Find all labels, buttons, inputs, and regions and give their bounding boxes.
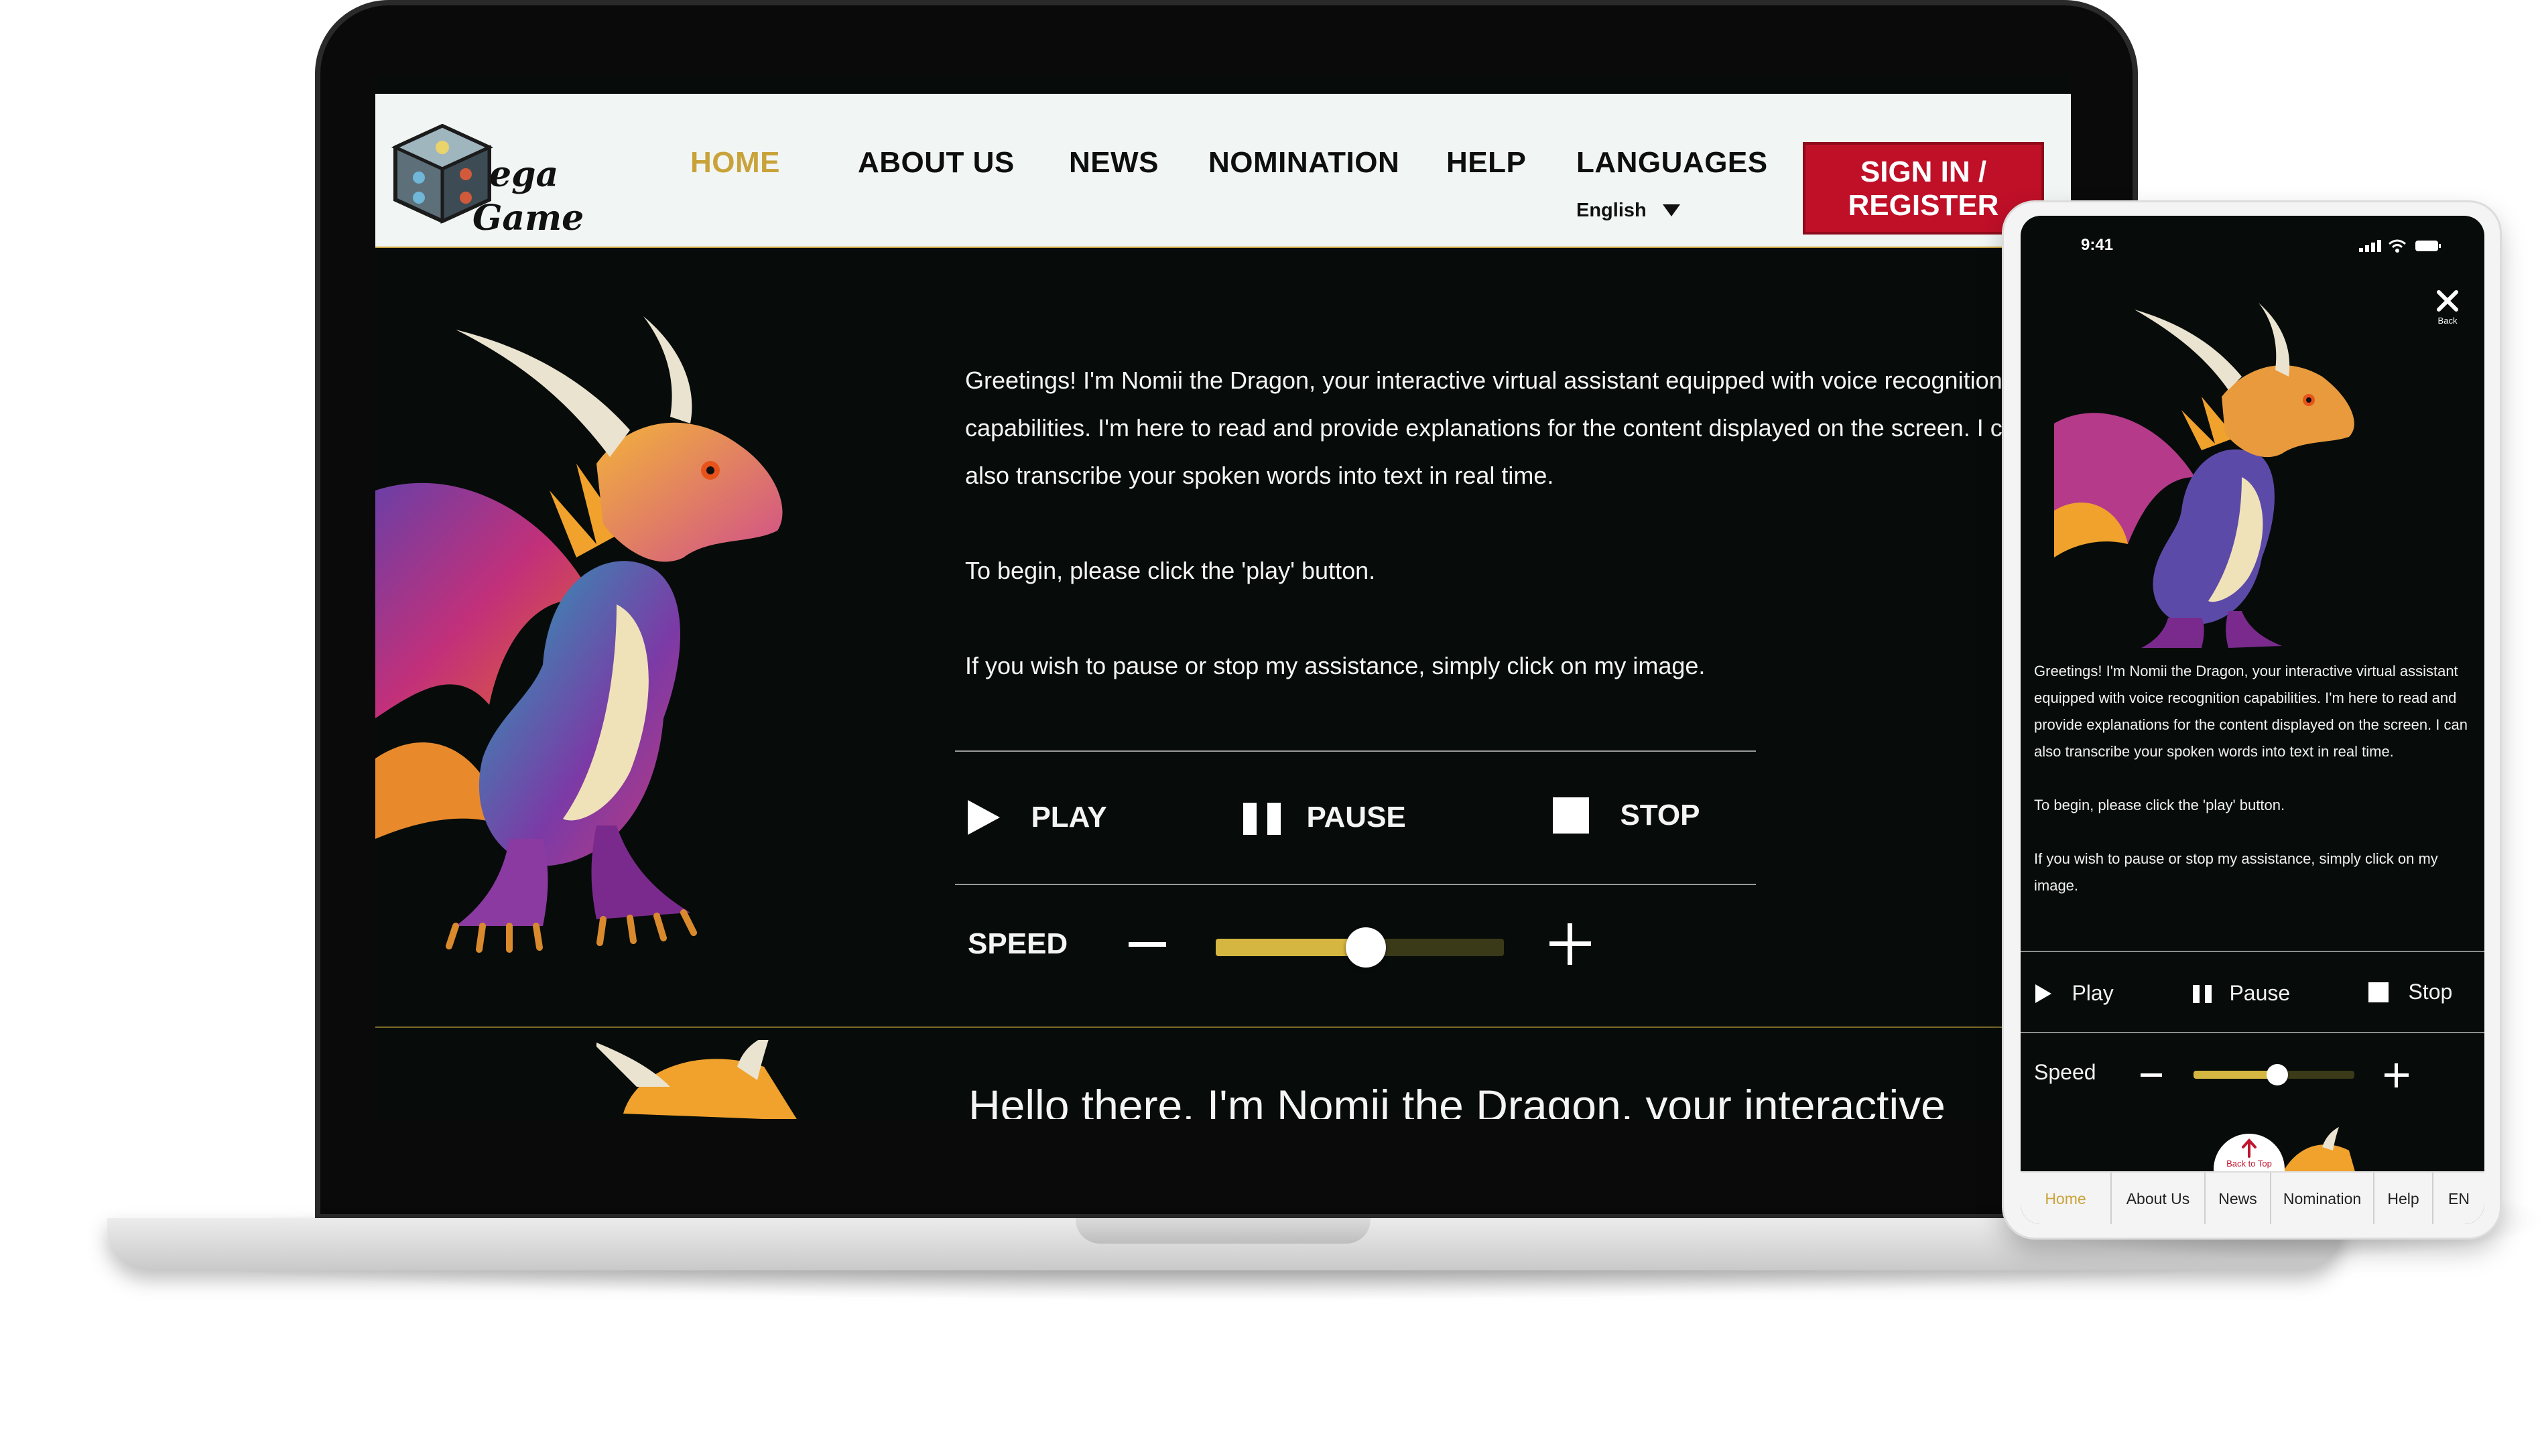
- mobile-nav-help[interactable]: Help: [2374, 1173, 2433, 1224]
- mobile-dragon-avatar[interactable]: [2047, 289, 2443, 651]
- stop-icon: [2368, 982, 2389, 1002]
- language-dropdown[interactable]: English: [1576, 200, 1681, 222]
- status-time: 9:41: [2081, 236, 2114, 254]
- speed-slider-fill: [1216, 939, 1366, 956]
- mobile-controls-divider-top: [2021, 951, 2484, 952]
- stop-button[interactable]: STOP: [1551, 796, 1700, 835]
- speed-slider-thumb[interactable]: [1345, 927, 1386, 968]
- pause-icon: [1243, 803, 1281, 835]
- dragon-illustration: [2054, 303, 2354, 648]
- desktop-screen: ega Game HOME ABOUT US NEWS NOMINATION H…: [375, 75, 2071, 1119]
- speed-decrease-icon[interactable]: [1127, 925, 1167, 965]
- stop-icon: [1553, 797, 1589, 834]
- intro-paragraph-2: To begin, please click the 'play' button…: [965, 557, 1376, 584]
- mobile-nav-language[interactable]: EN: [2433, 1173, 2484, 1224]
- section-divider: [375, 1027, 2071, 1028]
- mobile-controls-divider-bottom: [2021, 1032, 2484, 1033]
- pause-icon: [2193, 984, 2212, 1003]
- arrow-up-icon: [2242, 1138, 2257, 1158]
- nav-nomination[interactable]: NOMINATION: [1208, 146, 1399, 180]
- site-header: ega Game HOME ABOUT US NEWS NOMINATION H…: [375, 94, 2071, 248]
- mobile-intro-paragraph-3: If you wish to pause or stop my assistan…: [2034, 850, 2438, 894]
- wifi-icon: [2389, 239, 2406, 253]
- mobile-pause-label: Pause: [2229, 981, 2291, 1005]
- dragon-avatar[interactable]: [375, 289, 925, 1013]
- play-label: PLAY: [1031, 801, 1107, 834]
- nav-home[interactable]: HOME: [690, 146, 780, 180]
- dragon-preview-icon: [2282, 1127, 2356, 1174]
- controls-divider-bottom: [955, 884, 1756, 885]
- signal-icon: [2359, 240, 2381, 252]
- battery-icon: [2415, 241, 2441, 251]
- pause-label: PAUSE: [1306, 801, 1406, 834]
- mobile-nav-nomination[interactable]: Nomination: [2271, 1173, 2374, 1224]
- mobile-stop-button[interactable]: Stop: [2368, 980, 2452, 1004]
- signin-label-line2: REGISTER: [1848, 189, 1999, 222]
- mobile-speed-label: Speed: [2034, 1060, 2096, 1084]
- chevron-down-icon: [1663, 204, 1681, 216]
- controls-divider-top: [955, 750, 1756, 752]
- speed-increase-icon[interactable]: [2384, 1063, 2409, 1088]
- mobile-intro-text: Greetings! I'm Nomii the Dragon, your in…: [2034, 658, 2476, 926]
- language-value: English: [1576, 200, 1647, 221]
- speed-label: SPEED: [968, 927, 1068, 960]
- intro-text: Greetings! I'm Nomii the Dragon, your in…: [965, 356, 2051, 737]
- nav-about-us[interactable]: ABOUT US: [858, 146, 1015, 180]
- mobile-screen: 9:41 Back Greetings! I'm Nomii the Drago…: [2021, 216, 2484, 1224]
- nav-help[interactable]: HELP: [1446, 146, 1526, 180]
- mobile-intro-paragraph-2: To begin, please click the 'play' button…: [2034, 797, 2285, 813]
- intro-paragraph-1: Greetings! I'm Nomii the Dragon, your in…: [965, 367, 2029, 489]
- nav-news[interactable]: NEWS: [1069, 146, 1159, 180]
- mobile-stop-label: Stop: [2408, 980, 2453, 1004]
- speed-decrease-icon[interactable]: [2140, 1064, 2163, 1087]
- intro-paragraph-3: If you wish to pause or stop my assistan…: [965, 652, 1706, 679]
- play-icon: [968, 800, 1000, 835]
- pause-button[interactable]: PAUSE: [1242, 799, 1406, 836]
- nav-languages[interactable]: LANGUAGES: [1576, 146, 1768, 180]
- mobile-nav-home[interactable]: Home: [2021, 1173, 2112, 1224]
- speed-slider[interactable]: [1216, 927, 1504, 968]
- laptop-notch: [1076, 1218, 1371, 1244]
- play-icon: [2035, 984, 2051, 1003]
- speed-increase-icon[interactable]: [1548, 922, 1592, 966]
- stop-label: STOP: [1620, 799, 1700, 832]
- play-button[interactable]: PLAY: [966, 799, 1107, 836]
- site-logo[interactable]: ega Game: [382, 121, 584, 255]
- mobile-bottom-nav: Home About Us News Nomination Help EN: [2021, 1171, 2484, 1224]
- signin-label-line1: SIGN IN /: [1860, 155, 1987, 188]
- dragon-illustration: [375, 316, 783, 953]
- dragon-preview-icon: [596, 1040, 797, 1119]
- logo-text-line1: ega: [489, 154, 559, 195]
- logo-text-line2: Game: [472, 198, 584, 239]
- mobile-play-button[interactable]: Play: [2034, 981, 2114, 1006]
- back-to-top-label: Back to Top: [2226, 1159, 2272, 1169]
- mobile-pause-button[interactable]: Pause: [2192, 981, 2290, 1006]
- mobile-nav-news[interactable]: News: [2206, 1173, 2271, 1224]
- mobile-nav-about-us[interactable]: About Us: [2112, 1173, 2206, 1224]
- section-heading: Hello there, I'm Nomii the Dragon, your …: [968, 1081, 1946, 1119]
- mobile-speed-slider-thumb[interactable]: [2266, 1064, 2288, 1085]
- mobile-speed-slider[interactable]: [2194, 1063, 2354, 1086]
- mobile-play-label: Play: [2072, 981, 2114, 1005]
- mobile-intro-paragraph-1: Greetings! I'm Nomii the Dragon, your in…: [2034, 663, 2468, 760]
- mobile-speed-slider-fill: [2194, 1071, 2277, 1079]
